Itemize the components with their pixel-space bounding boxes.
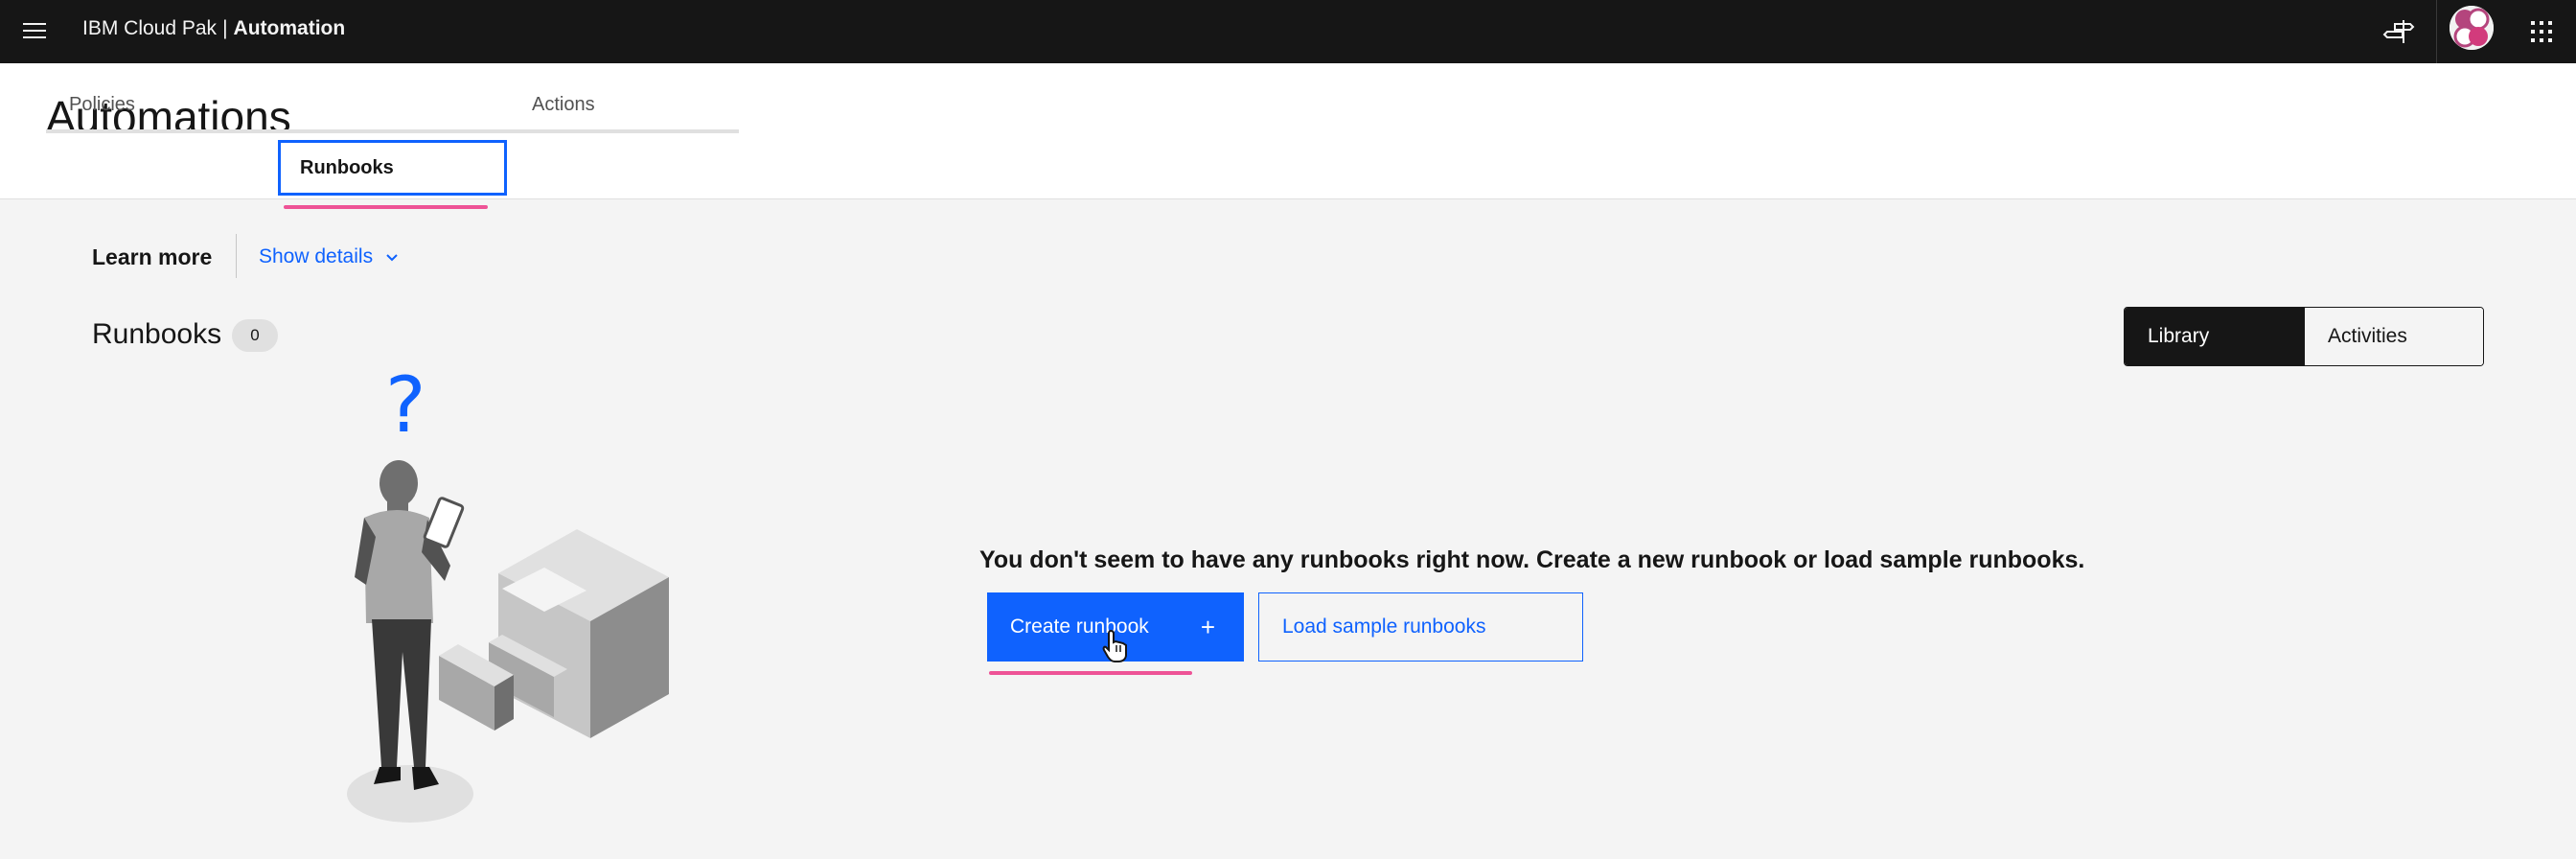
load-sample-runbooks-button[interactable]: Load sample runbooks: [1258, 592, 1583, 662]
brand[interactable]: IBM Cloud Pak | Automation: [82, 15, 345, 42]
product-name: Automation: [233, 17, 346, 39]
signpost-icon[interactable]: [2380, 9, 2426, 55]
empty-state-message: You don't seem to have any runbooks righ…: [979, 546, 2085, 573]
tab-highlight-underline: [284, 205, 488, 209]
tab-strip: [46, 129, 739, 133]
learn-more-label: Learn more: [92, 244, 213, 269]
runbooks-heading: Runbooks: [92, 318, 222, 350]
empty-state-illustration: ?: [326, 360, 690, 834]
menu-icon[interactable]: [19, 13, 54, 48]
learn-more-divider: [236, 234, 237, 278]
brand-name: IBM Cloud Pak: [82, 17, 218, 39]
tab-policies[interactable]: Policies: [69, 77, 135, 132]
hand-cursor-icon: [1102, 629, 1131, 663]
library-switch-button[interactable]: Library: [2125, 308, 2304, 365]
top-header: IBM Cloud Pak | Automation: [0, 0, 2576, 63]
show-details-label: Show details: [259, 245, 374, 267]
chevron-down-icon: [386, 254, 398, 262]
show-details-link[interactable]: Show details: [259, 244, 400, 270]
tab-runbooks[interactable]: Runbooks: [278, 140, 507, 196]
avatar[interactable]: [2450, 6, 2494, 50]
app-switcher-icon[interactable]: [2518, 9, 2564, 55]
add-icon: +: [1200, 613, 1215, 641]
header-divider: [2436, 0, 2437, 63]
runbooks-count-badge: 0: [232, 319, 278, 352]
tab-actions[interactable]: Actions: [532, 77, 595, 132]
svg-text:?: ?: [385, 364, 426, 450]
button-highlight-underline: [989, 671, 1192, 675]
brand-separator: |: [222, 17, 228, 39]
activities-switch-button[interactable]: Activities: [2304, 308, 2483, 365]
view-switcher: Library Activities: [2124, 307, 2484, 366]
